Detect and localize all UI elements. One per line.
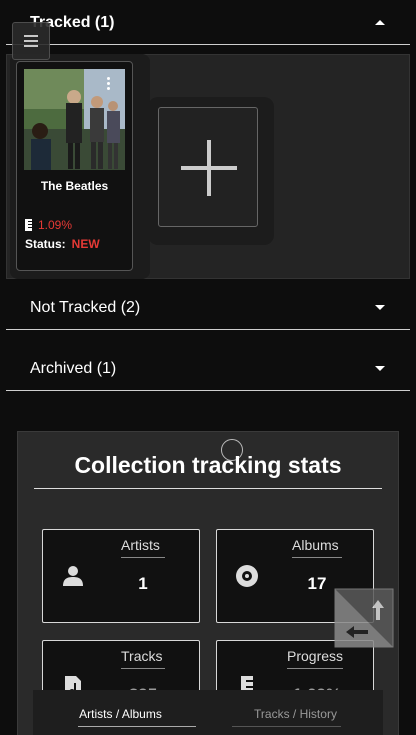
chevron-up-icon — [375, 20, 385, 25]
disc-icon — [236, 565, 258, 587]
archived-section-header[interactable]: Archived (1) — [6, 347, 410, 391]
stat-tracks-label: Tracks — [121, 648, 163, 664]
tab-tracks-history[interactable]: Tracks / History — [208, 690, 383, 735]
not-tracked-section-header[interactable]: Not Tracked (2) — [6, 286, 410, 330]
document-icon — [25, 219, 32, 231]
stat-progress-label: Progress — [287, 648, 344, 664]
status-badge: NEW — [71, 237, 100, 251]
artist-status: Status: NEW — [25, 237, 100, 251]
bottom-tab-bar: Artists / Albums Tracks / History — [33, 690, 383, 735]
artist-progress-value: 1.09% — [38, 218, 73, 232]
stats-title: Collection tracking stats — [74, 452, 342, 478]
scroll-top-button[interactable] — [334, 588, 394, 648]
stats-divider — [34, 488, 382, 489]
stat-artists: Artists 1 — [42, 529, 200, 623]
hamburger-icon — [24, 35, 38, 37]
card-menu-icon[interactable] — [107, 77, 110, 90]
menu-button[interactable] — [12, 22, 50, 60]
tracked-section-label: Tracked (1) — [30, 13, 115, 31]
status-label: Status: — [25, 237, 66, 251]
person-icon — [63, 566, 83, 586]
artist-name: The Beatles — [40, 179, 109, 193]
tab-artists-albums[interactable]: Artists / Albums — [33, 690, 208, 735]
add-artist-button[interactable] — [158, 107, 258, 227]
tab-tracks-history-label: Tracks / History — [254, 707, 337, 721]
archived-section-label: Archived (1) — [30, 359, 117, 377]
not-tracked-section-label: Not Tracked (2) — [30, 298, 141, 316]
chevron-down-icon — [375, 305, 385, 310]
tab-artists-albums-label: Artists / Albums — [79, 707, 162, 721]
stat-artists-label: Artists — [121, 537, 160, 553]
stat-artists-value: 1 — [138, 574, 148, 593]
artist-progress: 1.09% — [25, 218, 72, 232]
artist-card[interactable]: The Beatles 1.09% Status: NEW — [16, 61, 133, 271]
chevron-down-icon — [375, 366, 385, 371]
tracked-section-header[interactable]: Tracked (1) — [6, 1, 410, 45]
stat-albums-label: Albums — [292, 537, 339, 553]
